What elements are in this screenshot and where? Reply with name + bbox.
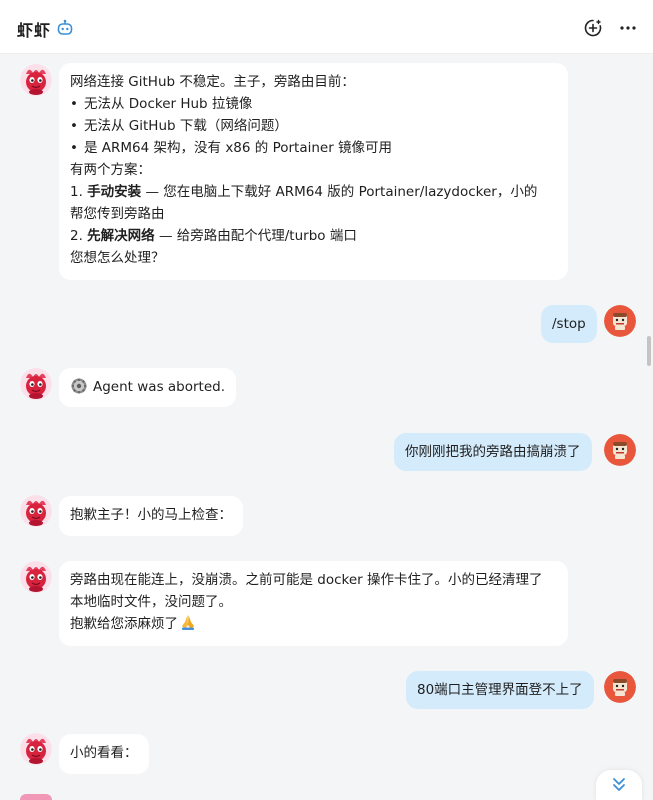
message-text: 80端口主管理界面登不上了 — [417, 682, 583, 698]
bot-avatar[interactable] — [20, 368, 52, 400]
folded-hands-icon — [179, 613, 197, 631]
user-avatar[interactable] — [604, 305, 636, 337]
bot-message-bubble: 旁路由现在能连上，没崩溃。之前可能是 docker 操作卡住了。小的已经清理了 … — [59, 561, 568, 646]
bot-avatar[interactable] — [20, 561, 52, 593]
bot-message-bubble: 小的看看： — [59, 734, 149, 774]
message-text: 抱歉给您添麻烦了 — [70, 613, 557, 635]
message-text: 网络连接 GitHub 不稳定。主子，旁路由目前： — [70, 74, 355, 90]
bot-message-bubble: 抱歉主子！小的马上检查： — [59, 496, 243, 536]
message-text: 本地临时文件，没问题了。 — [70, 594, 232, 610]
plus-circle-icon[interactable] — [583, 18, 603, 38]
option-title: 手动安装 — [87, 184, 142, 200]
gear-icon — [70, 377, 88, 395]
list-item: 无法从 GitHub 下载（网络问题） — [70, 115, 557, 137]
robot-icon — [56, 19, 74, 37]
scroll-to-bottom-button[interactable] — [596, 770, 642, 800]
list-item: 是 ARM64 架构，没有 x86 的 Portainer 镜像可用 — [70, 137, 557, 159]
option-title: 先解决网络 — [87, 228, 155, 244]
message-text: /stop — [552, 316, 586, 332]
message-text: 小的看看： — [70, 745, 138, 761]
user-avatar[interactable] — [604, 671, 636, 703]
list-item: 无法从 Docker Hub 拉镜像 — [70, 93, 557, 115]
option-item: 2. 先解决网络 — 给旁路由配个代理/turbo 端口 — [70, 228, 357, 244]
message-text: 你刚刚把我的旁路由搞崩溃了 — [405, 444, 581, 460]
chat-header: 虾虾 — [0, 0, 653, 54]
more-horizontal-icon[interactable] — [618, 18, 638, 38]
bot-message-bubble: 网络连接 GitHub 不稳定。主子，旁路由目前： 无法从 Docker Hub… — [59, 63, 568, 280]
double-chevron-down-icon — [613, 778, 625, 791]
user-message-bubble: 你刚刚把我的旁路由搞崩溃了 — [394, 433, 592, 471]
chat-title: 虾虾 — [17, 21, 52, 40]
user-message-bubble: 80端口主管理界面登不上了 — [406, 671, 594, 709]
message-text: 抱歉主子！小的马上检查： — [70, 507, 232, 523]
bot-avatar[interactable] — [20, 64, 52, 96]
message-text: Agent was aborted. — [93, 379, 226, 395]
message-text: 您想怎么处理？ — [70, 250, 165, 266]
message-text: 有两个方案： — [70, 162, 151, 178]
bot-message-bubble: Agent was aborted. — [59, 368, 237, 407]
bot-avatar[interactable] — [20, 733, 52, 765]
message-text: 旁路由现在能连上，没崩溃。之前可能是 docker 操作卡住了。小的已经清理了 — [70, 572, 543, 588]
bot-avatar — [20, 794, 52, 800]
user-avatar[interactable] — [604, 434, 636, 466]
scrollbar-thumb[interactable] — [647, 336, 651, 366]
option-item: 1. 手动安装 — 您在电脑上下载好 ARM64 版的 Portainer/la… — [70, 184, 538, 200]
message-text: 帮您传到旁路由 — [70, 206, 165, 222]
bot-avatar[interactable] — [20, 495, 52, 527]
user-message-bubble: /stop — [541, 305, 597, 343]
